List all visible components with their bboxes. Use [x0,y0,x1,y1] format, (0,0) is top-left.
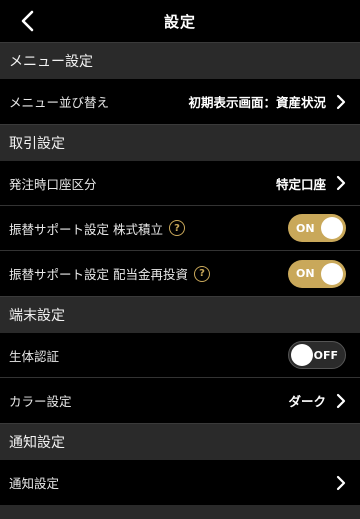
section-header-notification: 通知設定 [0,423,360,460]
chevron-right-icon [336,175,346,191]
transfer-stock-label: 振替サポート設定 株式積立 [9,221,163,237]
transfer-stock-row: 振替サポート設定 株式積立 ? ON [0,206,360,251]
transfer-stock-label-wrap: 振替サポート設定 株式積立 ? [9,219,288,238]
toggle-state-text: ON [296,267,315,280]
menu-reorder-label: メニュー並び替え [9,95,110,110]
toggle-state-text: ON [296,221,315,235]
section-header-device: 端末設定 [0,296,360,333]
section-header-trading: 取引設定 [0,124,360,161]
toggle-knob [321,262,343,285]
page-title: 設定 [163,12,196,31]
back-button[interactable] [14,8,40,34]
chevron-right-icon [336,393,346,409]
biometric-label: 生体認証 [9,348,60,364]
transfer-dividend-label-wrap: 振替サポート設定 配当金再投資 ? [9,264,288,283]
app-header: 設定 [0,0,360,42]
account-type-value: 特定口座 [275,176,326,192]
chevron-left-icon [21,10,34,32]
chevron-right-icon [336,475,346,491]
toggle-knob [321,217,343,239]
help-icon[interactable]: ? [168,220,185,236]
color-setting-label: カラー設定 [9,394,72,409]
notification-settings-label: 通知設定 [9,476,60,491]
toggle-state-text: OFF [313,348,338,362]
color-setting-row[interactable]: カラー設定 ダーク [0,378,360,423]
menu-reorder-value: 初期表示画面：資産状況 [188,95,326,110]
toggle-knob [291,344,313,366]
account-type-row[interactable]: 発注時口座区分 特定口座 [0,161,360,206]
transfer-dividend-label: 振替サポート設定 配当金再投資 [9,267,188,282]
transfer-stock-toggle[interactable]: ON [288,214,346,242]
notification-settings-row[interactable]: 通知設定 [0,460,360,505]
chevron-right-icon [336,94,346,110]
biometric-row: 生体認証 OFF [0,333,360,378]
transfer-dividend-row: 振替サポート設定 配当金再投資 ? ON [0,251,360,296]
section-header-menu: メニュー設定 [0,42,360,79]
menu-reorder-row[interactable]: メニュー並び替え 初期表示画面：資産状況 [0,79,360,124]
biometric-toggle[interactable]: OFF [288,341,346,369]
help-icon[interactable]: ? [193,265,210,282]
color-setting-value: ダーク [288,394,326,409]
account-type-label: 発注時口座区分 [9,176,97,192]
transfer-dividend-toggle[interactable]: ON [288,259,346,288]
bottom-divider [0,505,360,519]
